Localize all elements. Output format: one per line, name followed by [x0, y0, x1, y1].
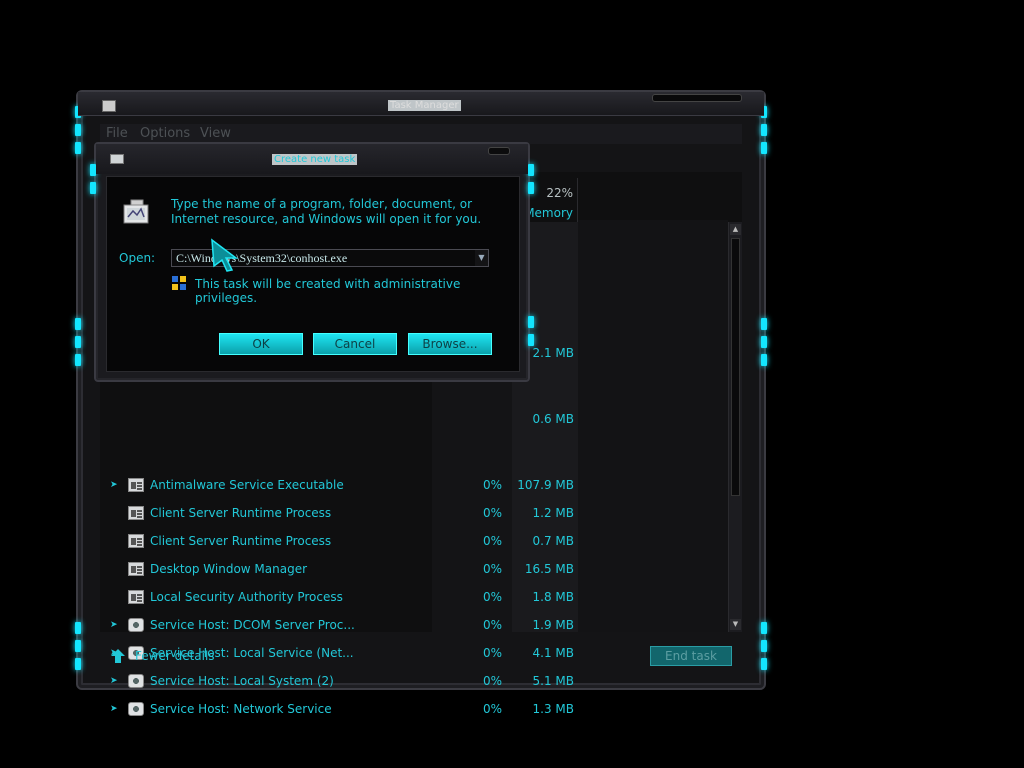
process-name: Service Host: DCOM Server Proc...: [150, 618, 355, 632]
mouse-cursor-icon: [211, 238, 239, 272]
frame-light-decoration: [75, 640, 81, 652]
frame-light-decoration: [75, 658, 81, 670]
dialog-title: Create new task: [272, 154, 358, 165]
frame-light-decoration: [75, 124, 81, 136]
process-name: Service Host: Network Service: [150, 702, 332, 716]
task-manager-icon: [102, 100, 116, 112]
window-icon: [128, 562, 144, 576]
title-bar-decoration: [652, 94, 742, 102]
process-memory: 107.9 MB: [517, 478, 574, 492]
memory-column-header[interactable]: 22% Memory: [524, 178, 578, 222]
process-memory: 16.5 MB: [524, 562, 574, 576]
frame-light-decoration: [528, 316, 534, 328]
process-cpu: 0%: [482, 506, 502, 520]
frame-light-decoration: [761, 622, 767, 634]
chevron-down-icon[interactable]: ▼: [475, 250, 488, 266]
empty-columns-area: [578, 220, 728, 632]
process-cpu: 0%: [482, 562, 502, 576]
run-icon: [110, 154, 124, 164]
ok-button[interactable]: OK: [219, 333, 303, 355]
memory-value: 0.6 MB: [532, 412, 574, 426]
gear-icon: [128, 618, 144, 632]
process-cpu: 0%: [482, 478, 502, 492]
menu-options[interactable]: Options: [140, 126, 190, 141]
frame-light-decoration: [761, 354, 767, 366]
memory-percent: 22%: [546, 186, 573, 200]
frame-light-decoration: [75, 622, 81, 634]
window-title: Task Manager: [388, 100, 461, 111]
admin-privileges-note: This task will be created with administr…: [195, 277, 461, 305]
process-cpu: 0%: [482, 618, 502, 632]
run-program-icon: [123, 199, 149, 224]
process-memory: 1.8 MB: [532, 590, 574, 604]
cancel-button[interactable]: Cancel: [313, 333, 397, 355]
process-memory: 1.9 MB: [532, 618, 574, 632]
frame-light-decoration: [75, 354, 81, 366]
table-row[interactable]: ➤ Antimalware Service Executable 0% 107.…: [100, 472, 580, 500]
process-memory: 1.2 MB: [532, 506, 574, 520]
dialog-description: Type the name of a program, folder, docu…: [171, 197, 482, 226]
frame-light-decoration: [528, 164, 534, 176]
process-memory: 0.7 MB: [532, 534, 574, 548]
frame-light-decoration: [761, 124, 767, 136]
expand-chevron-icon[interactable]: ➤: [110, 704, 118, 714]
process-name: Desktop Window Manager: [150, 562, 308, 576]
process-cpu: 0%: [482, 590, 502, 604]
dialog-body: Type the name of a program, folder, docu…: [106, 176, 520, 372]
window-icon: [128, 478, 144, 492]
frame-light-decoration: [75, 142, 81, 154]
up-arrow-icon[interactable]: [110, 648, 126, 664]
gear-icon: [128, 702, 144, 716]
open-label: Open:: [119, 251, 156, 265]
frame-light-decoration: [528, 334, 534, 346]
table-row[interactable]: Client Server Runtime Process 0% 0.7 MB: [100, 528, 580, 556]
vertical-scrollbar[interactable]: ▲ ▼: [728, 222, 742, 632]
window-icon: [128, 506, 144, 520]
frame-light-decoration: [761, 336, 767, 348]
frame-light-decoration: [75, 318, 81, 330]
frame-light-decoration: [528, 182, 534, 194]
process-name: Client Server Runtime Process: [150, 534, 332, 548]
frame-light-decoration: [90, 182, 96, 194]
close-icon[interactable]: [488, 147, 510, 155]
scroll-down-arrow-icon[interactable]: ▼: [730, 619, 741, 630]
window-icon: [128, 534, 144, 548]
frame-light-decoration: [761, 142, 767, 154]
create-new-task-dialog: Create new task Type the name of a progr…: [90, 142, 534, 382]
menu-bar: File Options View: [100, 124, 742, 144]
process-cpu: 0%: [482, 534, 502, 548]
menu-file[interactable]: File: [106, 126, 128, 141]
process-name: Local Security Authority Process: [150, 590, 343, 604]
table-row[interactable]: ➤ Service Host: Network Service 0% 1.3 M…: [100, 696, 580, 724]
expand-chevron-icon[interactable]: ➤: [110, 620, 118, 630]
dialog-title-bar[interactable]: Create new task: [96, 144, 528, 174]
table-row[interactable]: Client Server Runtime Process 0% 1.2 MB: [100, 500, 580, 528]
frame-light-decoration: [761, 318, 767, 330]
process-name: Client Server Runtime Process: [150, 506, 332, 520]
fewer-details-link[interactable]: Fewer details: [135, 649, 215, 663]
process-memory: 1.3 MB: [532, 702, 574, 716]
frame-light-decoration: [761, 658, 767, 670]
process-name: Antimalware Service Executable: [150, 478, 344, 492]
browse-button[interactable]: Browse...: [408, 333, 492, 355]
frame-light-decoration: [761, 640, 767, 652]
scroll-up-arrow-icon[interactable]: ▲: [730, 224, 741, 235]
frame-light-decoration: [75, 336, 81, 348]
table-row[interactable]: Local Security Authority Process 0% 1.8 …: [100, 584, 580, 612]
end-task-button[interactable]: End task: [650, 646, 732, 666]
expand-chevron-icon[interactable]: ➤: [110, 480, 118, 490]
process-cpu: 0%: [482, 702, 502, 716]
shield-icon: [172, 276, 186, 290]
title-bar[interactable]: Task Manager: [78, 92, 764, 116]
scroll-thumb[interactable]: [731, 238, 740, 496]
menu-view[interactable]: View: [200, 126, 231, 141]
table-row[interactable]: Desktop Window Manager 0% 16.5 MB: [100, 556, 580, 584]
memory-label: Memory: [524, 206, 573, 220]
footer: Fewer details End task: [100, 636, 742, 678]
window-icon: [128, 590, 144, 604]
